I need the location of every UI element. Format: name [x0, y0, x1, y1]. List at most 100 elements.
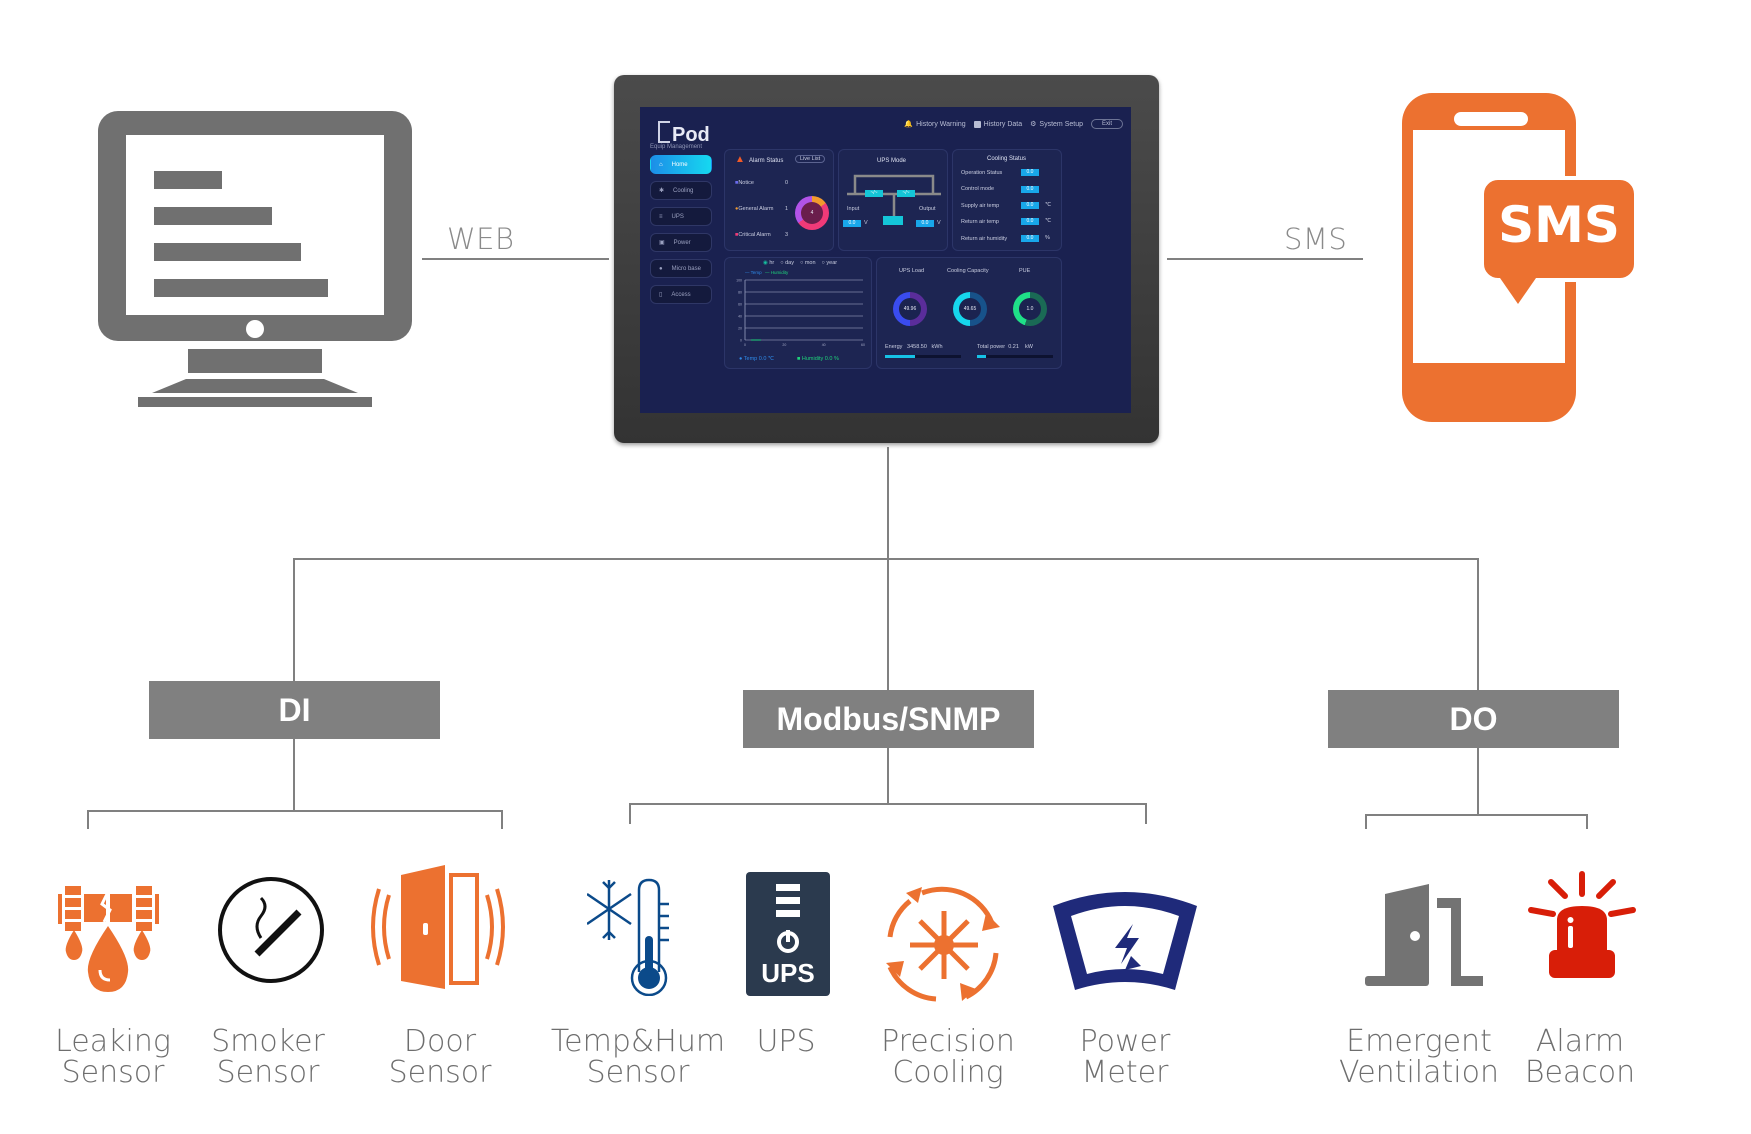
cooling-row-value: 0.0	[1021, 169, 1039, 176]
cooling-row-label: Return air humidity	[961, 236, 1008, 242]
y-tick-label: 40	[738, 315, 742, 319]
cooling-row-value: 0.0	[1021, 235, 1039, 242]
system-setup-link[interactable]: ⚙ System Setup	[1030, 120, 1083, 129]
di-box: DI	[149, 681, 440, 739]
thermometer-snowflake-icon	[587, 878, 669, 996]
y-tick-label: 80	[738, 291, 742, 295]
cooling-row-value: 0.0	[1021, 186, 1039, 193]
warning-icon: ▲	[735, 154, 745, 165]
sidebar-item-access[interactable]: ▯ Access	[650, 285, 712, 304]
total-power-readout: Total power 0.21 kW	[977, 344, 1033, 350]
energy-bar	[885, 355, 961, 358]
range-selector: ◉ hr ○ day ○ mon ○ year	[763, 260, 837, 266]
hmi-tablet: Pod 🔔 History Warning History Data ⚙ Syste…	[614, 75, 1159, 443]
ventilation-door-icon	[1365, 884, 1483, 986]
live-list-button[interactable]: Live List	[795, 155, 826, 163]
modbus-bracket	[629, 803, 1147, 805]
dashboard-screen: Pod 🔔 History Warning History Data ⚙ Syste…	[640, 107, 1131, 413]
sidebar-item-power[interactable]: ▣ Power	[650, 233, 712, 252]
sidebar-item-ups[interactable]: ≡ UPS	[650, 207, 712, 226]
server-icon: ≡	[659, 213, 663, 220]
di-bracket-end	[87, 810, 89, 829]
range-day[interactable]: ○ day	[780, 260, 794, 266]
ups-switch-a: ~/~	[865, 190, 883, 197]
gauge-title: UPS Load	[899, 268, 925, 274]
web-connection-line	[422, 258, 609, 260]
trunk-line	[887, 447, 889, 559]
ups-switch-b: ~/~	[897, 190, 915, 197]
gauge-title: PUE	[1019, 268, 1031, 274]
modbus-bracket-end	[629, 803, 631, 824]
pue-value: 1.0	[1019, 298, 1041, 320]
ups-load-gauge: 49.96	[893, 292, 927, 326]
home-icon: ⌂	[659, 161, 663, 168]
notice-label: ■Notice	[735, 180, 754, 186]
temp-readout: ● Temp 0.0 ℃	[739, 356, 775, 362]
sms-bubble-text: SMS	[1498, 196, 1620, 254]
x-tick-label: 60	[861, 343, 865, 347]
range-hr[interactable]: ◉ hr	[763, 260, 774, 266]
gear-icon: ⚙	[1030, 121, 1037, 128]
sidebar-title: Equip Management	[650, 144, 703, 150]
range-mon[interactable]: ○ mon	[800, 260, 816, 266]
power-meter-icon	[1053, 892, 1197, 990]
history-warning-link[interactable]: 🔔 History Warning	[904, 120, 965, 129]
ups-input-unit: V	[864, 220, 868, 226]
precision-cooling-icon	[886, 886, 1000, 1002]
x-tick-label: 20	[782, 343, 786, 347]
cooling-row-unit: ℃	[1045, 202, 1052, 208]
gauges-panel: UPS Load Cooling Capacity PUE 49.96 49.6…	[876, 257, 1062, 369]
ups-icon-text: UPS	[761, 958, 814, 988]
do-drop-line	[1477, 558, 1479, 691]
do-box: DO	[1328, 690, 1619, 748]
alarm-total-ring: 4	[795, 196, 829, 230]
exit-button[interactable]: Exit	[1090, 119, 1123, 129]
cooling-row-label: Return air temp	[961, 219, 999, 225]
energy-readout: Energy 3458.50 kWh	[885, 344, 943, 350]
trend-chart: 100 80 60 40 20 00 20 40 60	[736, 279, 865, 348]
ups-battery	[883, 216, 903, 225]
cooling-row-unit: %	[1045, 235, 1050, 241]
history-data-link[interactable]: History Data	[973, 120, 1022, 128]
ups-input-value: 0.0	[843, 220, 861, 227]
legend-humidity: — Humidity	[765, 270, 789, 275]
do-bracket-end	[1365, 814, 1367, 829]
y-tick-label: 60	[738, 303, 742, 307]
x-tick-label: 40	[822, 343, 826, 347]
sidebar-item-home[interactable]: ⌂ Home	[650, 155, 712, 174]
sidebar-item-micro-base[interactable]: ● Micro base	[650, 259, 712, 278]
device-label-alarm-beacon: Alarm Beacon	[1524, 1024, 1636, 1090]
ups-icon: UPS	[746, 872, 830, 996]
cooling-status-panel: Cooling Status Operation Status 0.0 Cont…	[952, 149, 1062, 251]
meter-icon: ▣	[659, 240, 665, 246]
range-year[interactable]: ○ year	[822, 260, 838, 266]
alarm-status-panel: ▲ Alarm Status Live List ■Notice 0 ●Gene…	[724, 149, 834, 251]
drop-icon: ●	[659, 265, 663, 272]
y-tick-label: 20	[738, 327, 742, 331]
modbus-bracket-end	[1145, 803, 1147, 824]
ups-output-unit: V	[937, 220, 941, 226]
y-tick-label: 0	[740, 339, 742, 343]
top-nav: 🔔 History Warning History Data ⚙ System Se…	[904, 119, 1123, 129]
desktop-monitor-icon	[98, 111, 412, 407]
di-bracket	[87, 810, 503, 812]
general-alarm-count: 1	[785, 206, 789, 212]
humidity-readout: ■ Humidity 0.0 %	[797, 356, 839, 362]
ups-input-label: Input	[847, 206, 860, 212]
trend-chart-panel: ◉ hr ○ day ○ mon ○ year — Temp — Humidit…	[724, 257, 872, 369]
modbus-stem	[887, 748, 889, 804]
device-label-precision-cooling: Precision Cooling	[881, 1024, 1015, 1090]
y-tick-label: 100	[736, 279, 742, 283]
alarm-beacon-icon	[1528, 871, 1636, 978]
do-bracket	[1365, 814, 1588, 816]
cooling-row-value: 0.0	[1021, 218, 1039, 225]
cooling-row-label: Control mode	[961, 186, 995, 192]
sidebar-item-cooling[interactable]: ✱ Cooling	[650, 181, 712, 200]
gauge-title: Cooling Capacity	[947, 268, 989, 274]
ups-diagram	[847, 174, 941, 216]
notice-count: 0	[785, 180, 789, 186]
di-bracket-end	[501, 810, 503, 829]
ups-output-label: Output	[919, 206, 936, 212]
critical-alarm-label: ■Critical Alarm	[735, 232, 771, 238]
bell-icon: 🔔	[904, 121, 914, 128]
